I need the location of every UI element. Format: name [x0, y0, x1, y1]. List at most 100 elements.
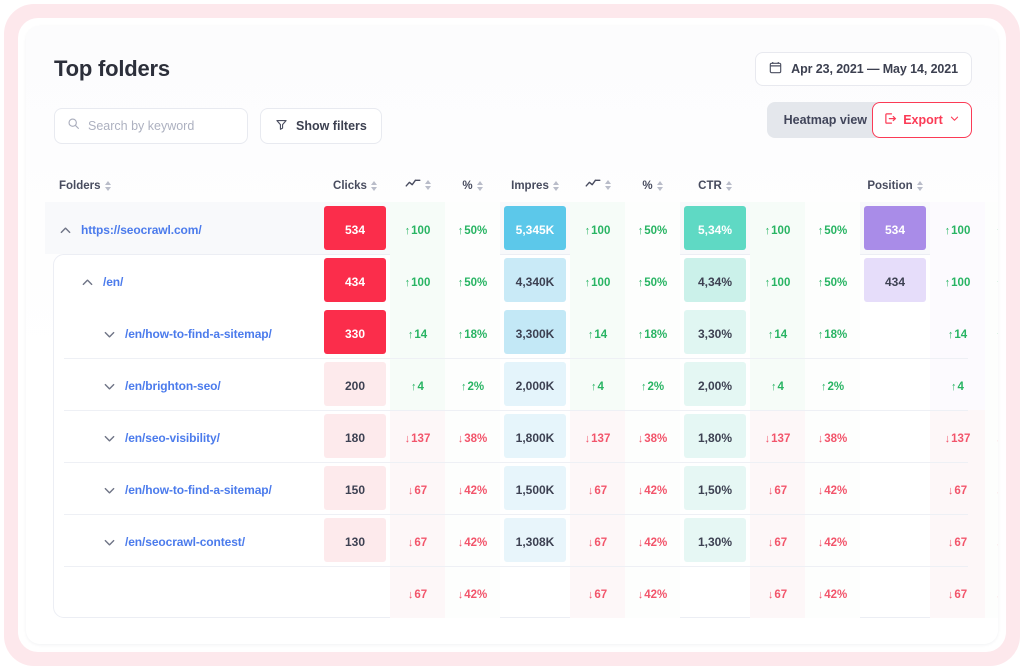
- filter-icon: [275, 118, 288, 134]
- column-header-ctr[interactable]: CTR: [680, 178, 750, 204]
- sort-icon[interactable]: [552, 181, 559, 191]
- chevron-down-icon[interactable]: [103, 484, 116, 497]
- table-row[interactable]: /en/brighton-seo/200 ↑4 ↑2% 2,000K ↑4 ↑2% 2,00…: [45, 360, 998, 412]
- chevron-up-icon[interactable]: [59, 224, 72, 237]
- cell-folder[interactable]: /en/: [45, 256, 320, 308]
- cell-folder[interactable]: [45, 568, 320, 620]
- position-pct-value: ↓42%: [996, 589, 998, 601]
- arrow-up-icon: ↑: [460, 381, 467, 393]
- arrow-up-icon: ↑: [817, 225, 824, 237]
- column-header-impres_pct[interactable]: %: [625, 178, 680, 204]
- folder-link[interactable]: https://seocrawl.com/: [81, 223, 202, 237]
- column-header-impres_trend[interactable]: [570, 178, 625, 204]
- table-row[interactable]: /en/seocrawl-contest/130 ↓67 ↓42% 1,308K ↓67…: [45, 516, 998, 568]
- column-header-folders[interactable]: Folders: [45, 178, 320, 204]
- cell-folder[interactable]: /en/seo-visibility/: [45, 412, 320, 464]
- cell-ctr: 3,30%: [697, 327, 733, 341]
- export-button[interactable]: Export: [872, 102, 972, 138]
- cell-folder[interactable]: /en/seocrawl-contest/: [45, 516, 320, 568]
- cell-impres: 2,000K: [515, 379, 555, 393]
- table-row[interactable]: /en/seo-visibility/180 ↓137 ↓38% 1,800K ↓137…: [45, 412, 998, 464]
- chevron-down-icon[interactable]: [103, 536, 116, 549]
- sort-icon[interactable]: [656, 181, 663, 191]
- sort-icon[interactable]: [916, 181, 923, 191]
- date-range-picker[interactable]: Apr 23, 2021 — May 14, 2021: [755, 52, 972, 86]
- position-trend-value: ↓67: [947, 485, 968, 497]
- cell-ctr-trend: ↓67: [750, 516, 805, 568]
- arrow-up-icon: ↑: [404, 277, 411, 289]
- cell-ctr-pct: ↓42%: [805, 464, 860, 516]
- folder-link[interactable]: /en/: [103, 275, 123, 289]
- sort-icon[interactable]: [725, 181, 732, 191]
- position-trend-value: ↓137: [944, 433, 971, 445]
- folder-link[interactable]: /en/brighton-seo/: [125, 379, 221, 393]
- cell-clicks: 200: [344, 379, 366, 393]
- clicks-trend-value: ↓67: [407, 589, 428, 601]
- table-row[interactable]: https://seocrawl.com/534 ↑100 ↑50% 5,345K ↑1…: [45, 204, 998, 256]
- cell-clicks-trend: ↑14: [390, 308, 445, 360]
- sort-icon[interactable]: [370, 181, 377, 191]
- cell-clicks-trend: ↓67: [390, 516, 445, 568]
- cell-position-trend: ↓67: [930, 516, 985, 568]
- sort-icon[interactable]: [604, 180, 611, 190]
- table-row[interactable]: /en/how-to-find-a-sitemap/150 ↓67 ↓42% 1,50…: [45, 464, 998, 516]
- clicks-pct-value: ↓42%: [457, 589, 488, 601]
- cell-folder[interactable]: /en/how-to-find-a-sitemap/: [45, 308, 320, 360]
- folder-link[interactable]: /en/how-to-find-a-sitemap/: [125, 327, 272, 341]
- arrow-down-icon: ↓: [996, 537, 998, 549]
- position-trend-value: ↑100: [944, 225, 971, 237]
- cell-ctr-pct: ↑2%: [805, 360, 860, 412]
- column-header-clicks[interactable]: Clicks: [320, 178, 390, 204]
- cell-ctr: 1,30%: [697, 535, 733, 549]
- column-header-label: CTR: [698, 180, 722, 192]
- cell-position-pct: ↓42%: [985, 568, 998, 620]
- search-input[interactable]: Search by keyword: [54, 108, 248, 144]
- table-row[interactable]: ↓67 ↓42% ↓67 ↓42% ↓67 ↓42% ↓67 ↓42%: [45, 568, 998, 620]
- cell-clicks: 150: [344, 483, 366, 497]
- column-header-impres[interactable]: Impres: [500, 178, 570, 204]
- cell-position-trend: ↓67: [930, 568, 985, 620]
- cell-clicks: [320, 568, 390, 620]
- arrow-up-icon: ↑: [764, 225, 771, 237]
- chevron-down-icon[interactable]: [103, 380, 116, 393]
- clicks-pct-value: ↑50%: [457, 225, 488, 237]
- cell-impres-trend: ↑100: [570, 204, 625, 256]
- folder-link[interactable]: /en/seo-visibility/: [125, 431, 220, 445]
- ctr-pct-value: ↑50%: [817, 225, 848, 237]
- chevron-down-icon[interactable]: [103, 432, 116, 445]
- arrow-down-icon: ↓: [996, 589, 998, 601]
- arrow-down-icon: ↓: [767, 537, 774, 549]
- ctr-trend-value: ↓137: [764, 433, 791, 445]
- cell-ctr: 1,50%: [697, 483, 733, 497]
- trend-icon: [405, 178, 421, 192]
- sort-icon[interactable]: [476, 181, 483, 191]
- cell-clicks-trend: ↑100: [390, 256, 445, 308]
- show-filters-button[interactable]: Show filters: [260, 108, 382, 144]
- arrow-up-icon: ↑: [996, 329, 998, 341]
- cell-position-pct: ↓38%: [985, 412, 998, 464]
- cell-folder[interactable]: /en/how-to-find-a-sitemap/: [45, 464, 320, 516]
- chevron-up-icon[interactable]: [81, 276, 94, 289]
- heatmap-view-button[interactable]: Heatmap view: [766, 102, 884, 138]
- folder-link[interactable]: /en/how-to-find-a-sitemap/: [125, 483, 272, 497]
- cell-folder[interactable]: /en/brighton-seo/: [45, 360, 320, 412]
- chevron-down-icon[interactable]: [103, 328, 116, 341]
- sort-icon[interactable]: [424, 180, 431, 190]
- ctr-pct-value: ↓38%: [817, 433, 848, 445]
- table-row[interactable]: /en/how-to-find-a-sitemap/330 ↑14 ↑18% 3,30…: [45, 308, 998, 360]
- column-header-ctr_trend: [750, 178, 805, 204]
- arrow-up-icon: ↑: [817, 329, 824, 341]
- column-header-clicks_trend[interactable]: [390, 178, 445, 204]
- cell-ctr: 4,34%: [697, 275, 733, 289]
- arrow-down-icon: ↓: [457, 485, 464, 497]
- cell-folder[interactable]: https://seocrawl.com/: [45, 204, 320, 256]
- arrow-up-icon: ↑: [637, 329, 644, 341]
- folder-link[interactable]: /en/seocrawl-contest/: [125, 535, 245, 549]
- sort-icon[interactable]: [104, 181, 111, 191]
- chevron-down-icon: [949, 113, 960, 127]
- column-header-position[interactable]: Position: [860, 178, 930, 204]
- column-header-clicks_pct[interactable]: %: [445, 178, 500, 204]
- arrow-down-icon: ↓: [947, 537, 954, 549]
- arrow-down-icon: ↓: [457, 537, 464, 549]
- table-row[interactable]: /en/434 ↑100 ↑50% 4,340K ↑100 ↑50% 4,34% ↑100 ↑5…: [45, 256, 998, 308]
